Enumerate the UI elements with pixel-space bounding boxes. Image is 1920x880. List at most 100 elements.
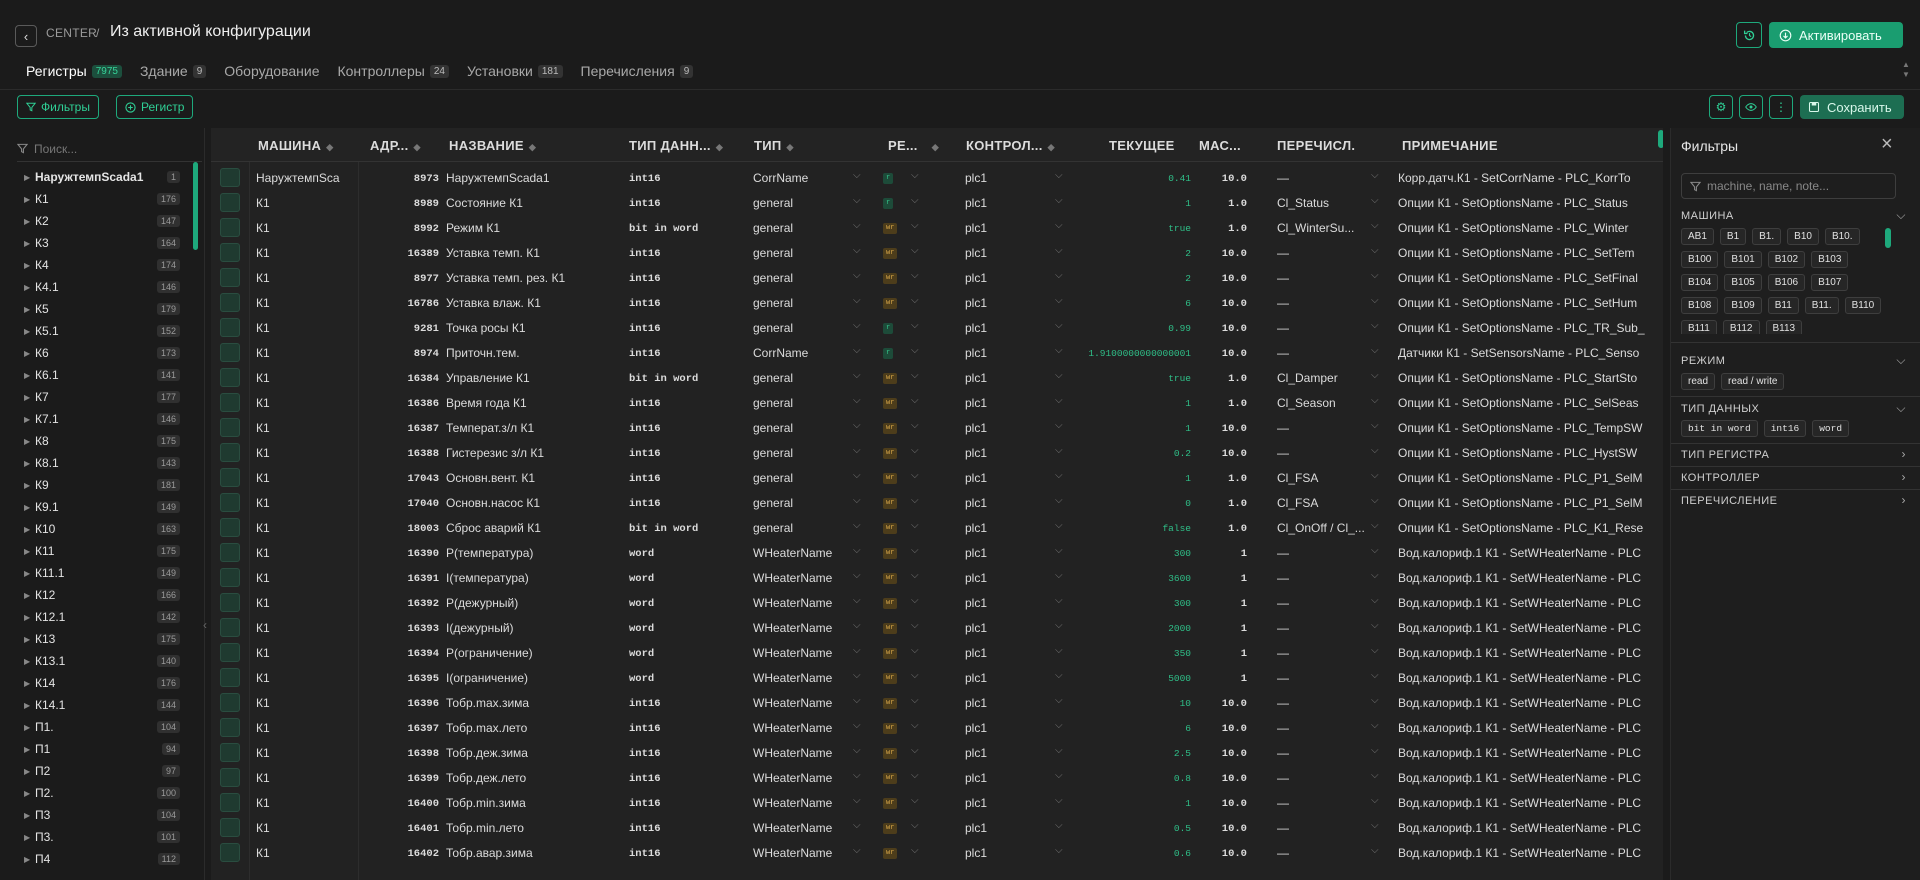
table-row[interactable]: К1 8974 Приточн.тем. int16 CorrName ⌵ r ⌵ plc1 ⌵ 1… <box>211 340 1663 365</box>
mode-filter-header[interactable]: РЕЖИМ ⌵ <box>1681 353 1906 367</box>
filter-chip[interactable]: B112 <box>1722 320 1760 334</box>
chevron-down-icon[interactable]: ⌵ <box>911 820 919 831</box>
caret-right-icon[interactable]: ▶ <box>24 305 30 314</box>
chevron-down-icon[interactable]: ⌵ <box>911 645 919 656</box>
chevron-down-icon[interactable]: ⌵ <box>853 370 861 381</box>
table-scrollbar[interactable] <box>1658 130 1663 148</box>
chevron-down-icon[interactable]: ⌵ <box>853 345 861 356</box>
caret-right-icon[interactable]: ▶ <box>24 635 30 644</box>
chevron-down-icon[interactable]: ⌵ <box>911 670 919 681</box>
filter-chip[interactable]: B100 <box>1681 251 1719 268</box>
machine-list-item[interactable]: ▶ К2 147 <box>0 210 200 232</box>
cell-current[interactable]: 1 <box>1061 198 1191 209</box>
chevron-down-icon[interactable]: ⌵ <box>911 770 919 781</box>
chevron-down-icon[interactable]: ⌵ <box>853 320 861 331</box>
machine-list-item[interactable]: ▶ НаружтемпScada1 1 <box>0 166 200 188</box>
cell-current[interactable]: 350 <box>1061 648 1191 659</box>
table-row[interactable]: К1 9281 Точка росы К1 int16 general ⌵ r ⌵ plc1 ⌵ 0… <box>211 315 1663 340</box>
row-checkbox[interactable] <box>220 193 240 212</box>
cell-current[interactable]: 300 <box>1061 548 1191 559</box>
table-row[interactable]: К1 16392 P(дежурный) word WHeaterName ⌵ wr ⌵ plc… <box>211 590 1663 615</box>
machine-list-item[interactable]: ▶ К10 163 <box>0 518 200 540</box>
machine-list-item[interactable]: ▶ К11 175 <box>0 540 200 562</box>
row-checkbox[interactable] <box>220 768 240 787</box>
caret-right-icon[interactable]: ▶ <box>24 833 30 842</box>
machine-list-item[interactable]: ▶ К13.1 140 <box>0 650 200 672</box>
caret-right-icon[interactable]: ▶ <box>24 239 30 248</box>
row-checkbox[interactable] <box>220 343 240 362</box>
row-checkbox[interactable] <box>220 668 240 687</box>
caret-right-icon[interactable]: ▶ <box>24 723 30 732</box>
chevron-down-icon[interactable]: ⌵ <box>911 695 919 706</box>
chevron-down-icon[interactable]: ⌵ <box>911 545 919 556</box>
table-row[interactable]: К1 16387 Температ.з/л К1 int16 general ⌵ wr ⌵ pl… <box>211 415 1663 440</box>
tab-registers[interactable]: Регистры 7975 <box>26 63 122 79</box>
filter-chips-scrollbar[interactable] <box>1885 228 1891 248</box>
chevron-down-icon[interactable]: ⌵ <box>853 645 861 656</box>
chevron-down-icon[interactable]: ⌵ <box>1371 445 1379 456</box>
caret-right-icon[interactable]: ▶ <box>24 701 30 710</box>
machine-list-item[interactable]: ▶ К11.1 149 <box>0 562 200 584</box>
chevron-down-icon[interactable]: ⌵ <box>853 495 861 506</box>
chevron-down-icon[interactable]: ⌵ <box>1371 170 1379 181</box>
chevron-down-icon[interactable]: ⌵ <box>853 170 861 181</box>
chevron-down-icon[interactable]: ⌵ <box>911 520 919 531</box>
filter-chip[interactable]: B101 <box>1724 251 1762 268</box>
settings-button[interactable]: ⚙ <box>1709 95 1733 119</box>
chevron-down-icon[interactable]: ⌵ <box>1371 195 1379 206</box>
row-checkbox[interactable] <box>220 418 240 437</box>
col-datatype[interactable]: ТИП ДАНН... ◆ <box>629 138 723 153</box>
back-button[interactable]: ‹ <box>15 25 37 47</box>
row-checkbox[interactable] <box>220 218 240 237</box>
tab-enumerations[interactable]: Перечисления 9 <box>581 63 694 79</box>
chevron-down-icon[interactable]: ⌵ <box>911 320 919 331</box>
chevron-down-icon[interactable]: ⌵ <box>911 245 919 256</box>
row-checkbox[interactable] <box>220 443 240 462</box>
filter-chip[interactable]: B104 <box>1681 274 1719 291</box>
activate-button[interactable]: Активировать <box>1769 22 1903 48</box>
row-checkbox[interactable] <box>220 818 240 837</box>
table-row[interactable]: К1 16402 Тобр.авар.зима int16 WHeaterName ⌵ wr… <box>211 840 1663 865</box>
col-name[interactable]: НАЗВАНИЕ ◆ <box>449 138 536 153</box>
filter-chip[interactable]: B10 <box>1787 228 1819 245</box>
tab-equipment[interactable]: Оборудование <box>224 63 319 79</box>
caret-right-icon[interactable]: ▶ <box>24 371 30 380</box>
table-row[interactable]: К1 8992 Режим К1 bit in word general ⌵ wr ⌵ plc1… <box>211 215 1663 240</box>
filter-chip[interactable]: B106 <box>1767 274 1806 291</box>
cell-current[interactable]: 1 <box>1061 798 1191 809</box>
chevron-down-icon[interactable]: ⌵ <box>911 795 919 806</box>
table-row[interactable]: К1 16396 Тобр.max.зима int16 WHeaterName ⌵ wr ⌵… <box>211 690 1663 715</box>
sidebar-search-input[interactable]: Поиск... <box>17 136 202 162</box>
caret-right-icon[interactable]: ▶ <box>24 393 30 402</box>
chevron-down-icon[interactable]: ⌵ <box>1371 570 1379 581</box>
cell-current[interactable]: 1 <box>1061 473 1191 484</box>
cell-current[interactable]: 0 <box>1061 498 1191 509</box>
cell-current[interactable]: true <box>1061 373 1191 384</box>
machine-list-item[interactable]: ▶ К13 175 <box>0 628 200 650</box>
row-checkbox[interactable] <box>220 318 240 337</box>
filter-chip[interactable]: B11. <box>1804 297 1839 314</box>
chevron-down-icon[interactable]: ⌵ <box>911 345 919 356</box>
caret-right-icon[interactable]: ▶ <box>24 591 30 600</box>
cell-current[interactable]: 0.8 <box>1061 773 1191 784</box>
table-row[interactable]: К1 16384 Управление К1 bit in word general ⌵ w… <box>211 365 1663 390</box>
caret-right-icon[interactable]: ▶ <box>24 569 30 578</box>
chevron-down-icon[interactable]: ⌵ <box>1371 320 1379 331</box>
caret-right-icon[interactable]: ▶ <box>24 503 30 512</box>
machine-list-item[interactable]: ▶ К3 164 <box>0 232 200 254</box>
machine-list-item[interactable]: ▶ П2. 100 <box>0 782 200 804</box>
filter-chip[interactable]: read / write <box>1721 373 1785 390</box>
chevron-down-icon[interactable]: ⌵ <box>1371 545 1379 556</box>
close-icon[interactable]: × <box>1881 133 1893 156</box>
col-note[interactable]: ПРИМЕЧАНИЕ <box>1402 138 1498 153</box>
chevron-down-icon[interactable]: ⌵ <box>911 470 919 481</box>
filter-chip[interactable]: B108 <box>1681 297 1719 314</box>
chevron-down-icon[interactable]: ⌵ <box>911 495 919 506</box>
table-row[interactable]: К1 16388 Гистерезис з/л К1 int16 general ⌵ wr ⌵… <box>211 440 1663 465</box>
table-row[interactable]: К1 16400 Тобр.min.зима int16 WHeaterName ⌵ wr ⌵… <box>211 790 1663 815</box>
row-checkbox[interactable] <box>220 718 240 737</box>
table-row[interactable]: К1 16389 Уставка темп. К1 int16 general ⌵ wr ⌵ p… <box>211 240 1663 265</box>
chevron-down-icon[interactable]: ⌵ <box>853 570 861 581</box>
machine-list-item[interactable]: ▶ К9.1 149 <box>0 496 200 518</box>
machine-list-item[interactable]: ▶ К6.1 141 <box>0 364 200 386</box>
